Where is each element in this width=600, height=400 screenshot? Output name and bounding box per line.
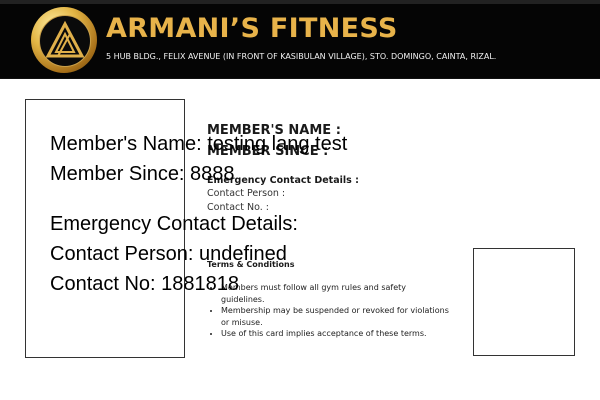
member-name-line: Member's Name: testing lang test (50, 133, 348, 155)
member-since-line: Member Since: 8888 (50, 163, 235, 185)
logo-triangle-icon (45, 20, 85, 58)
terms-item: Membership may be suspended or revoked f… (221, 305, 451, 328)
header-top-line (0, 0, 600, 4)
brand-address: 5 HUB BLDG., FELIX AVENUE (IN FRONT OF K… (106, 52, 497, 61)
emergency-details-line: Emergency Contact Details: (50, 213, 298, 235)
terms-item: Use of this card implies acceptance of t… (221, 328, 451, 340)
photo-placeholder (473, 248, 575, 356)
contact-person-line: Contact Person: undefined (50, 243, 287, 265)
header-banner: ARMANI’S FITNESS 5 HUB BLDG., FELIX AVEN… (0, 0, 600, 79)
brand-logo-icon (31, 7, 97, 73)
contact-person-label: Contact Person : (207, 188, 286, 199)
terms-item: Members must follow all gym rules and sa… (221, 282, 451, 305)
contact-no-label: Contact No. : (207, 202, 269, 213)
brand-title: ARMANI’S FITNESS (106, 13, 398, 44)
terms-list: Members must follow all gym rules and sa… (207, 282, 451, 340)
logo-emblem (39, 15, 91, 67)
contact-no-line: Contact No: 1881818 (50, 273, 240, 295)
